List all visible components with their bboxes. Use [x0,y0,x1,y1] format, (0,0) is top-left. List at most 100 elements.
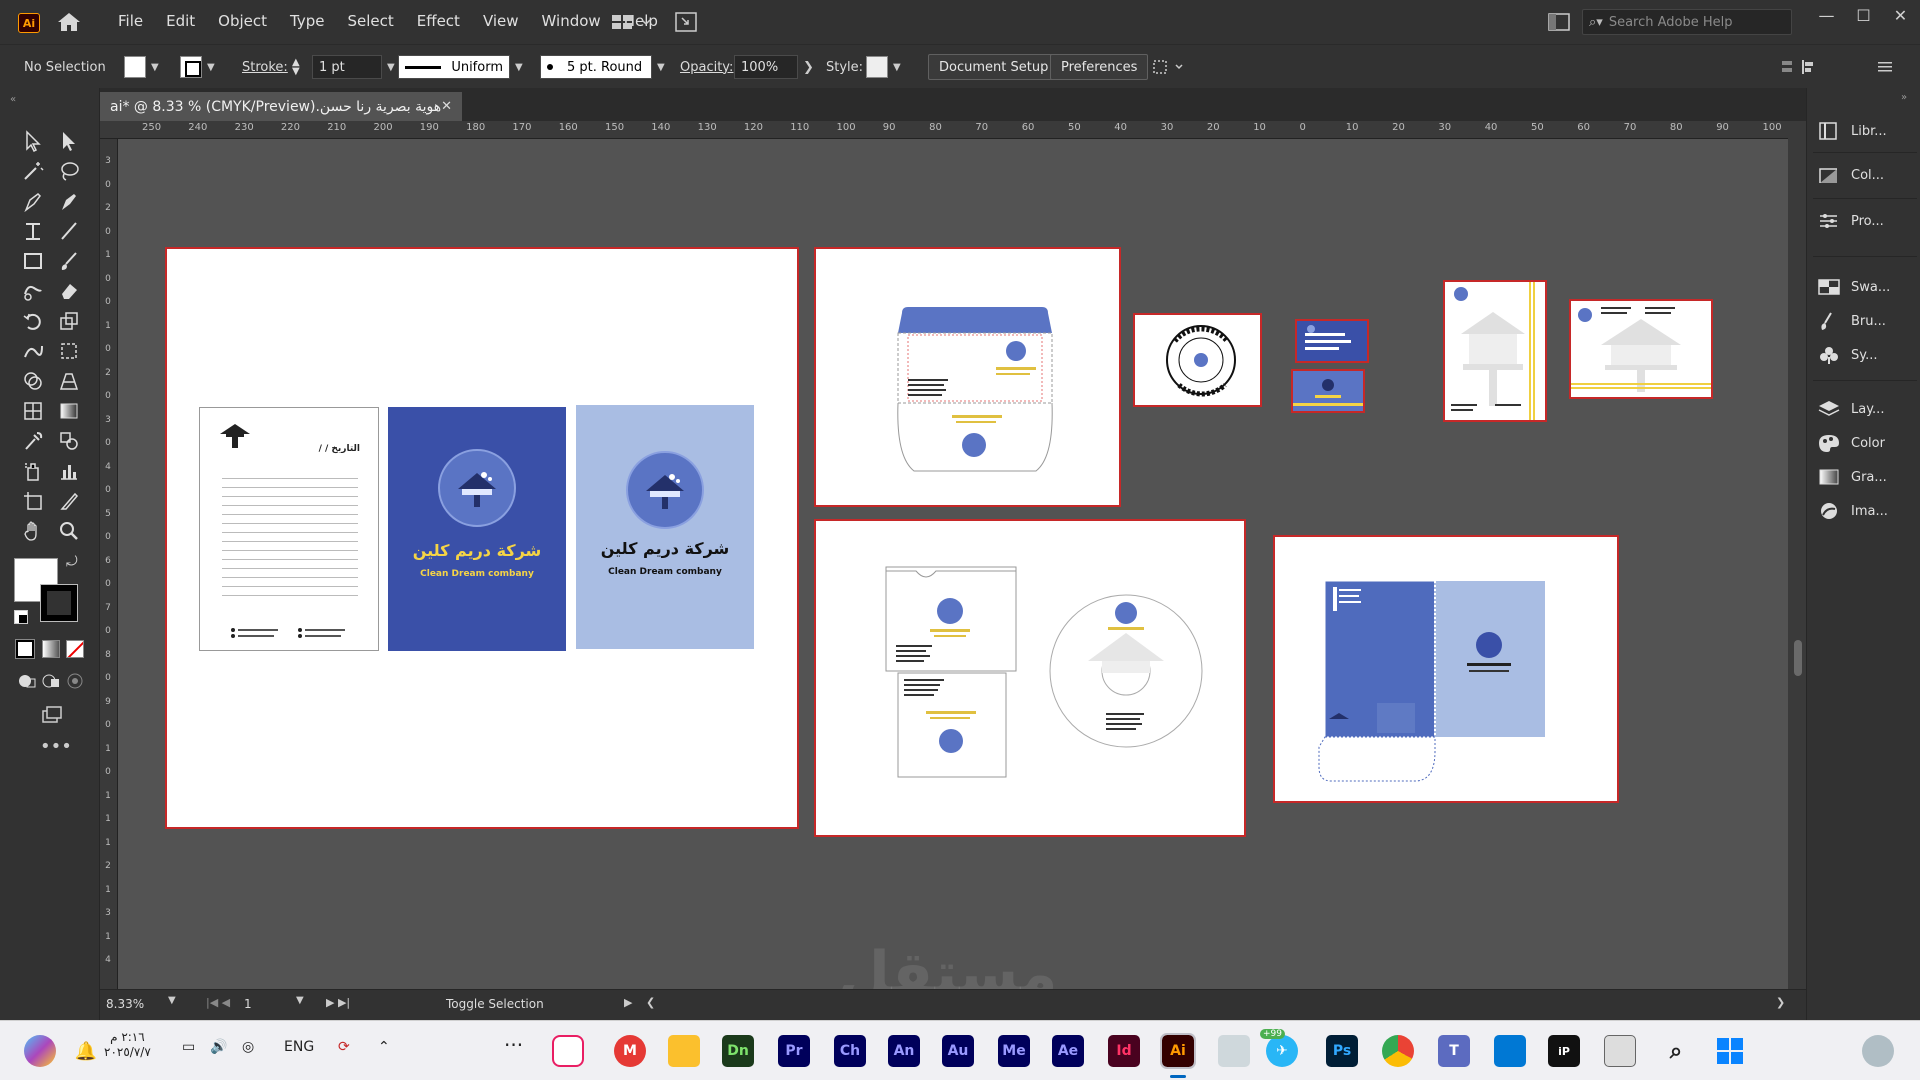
shaper-tool-icon[interactable] [18,278,48,304]
stroke-swatch[interactable] [180,56,202,78]
opacity-label[interactable]: Opacity: [680,45,733,89]
direct-selection-tool-icon[interactable] [54,128,84,154]
curvature-tool-icon[interactable] [54,188,84,214]
slice-tool-icon[interactable] [54,488,84,514]
file-explorer-icon[interactable] [668,1035,700,1067]
artboard-letterhead-horizontal[interactable] [1569,299,1713,399]
menu-select[interactable]: Select [347,12,393,30]
more-tools-icon[interactable]: ••• [40,736,72,757]
panel-image-trace[interactable]: Ima... [1817,494,1917,528]
type-tool-icon[interactable] [18,218,48,244]
fill-swatch[interactable] [124,56,146,78]
media-encoder-icon[interactable]: Me [998,1035,1030,1067]
align-icon[interactable] [1780,45,1820,89]
stroke-color-box[interactable] [40,584,78,622]
gradient-tool-icon[interactable] [54,398,84,424]
brush-definition[interactable]: 5 pt. Round ▼ [540,45,665,89]
creative-cloud-icon[interactable] [552,1035,584,1067]
color-mode-icon[interactable] [15,639,35,659]
paintbrush-tool-icon[interactable] [54,248,84,274]
perspective-grid-tool-icon[interactable] [54,368,84,394]
pen-tool-icon[interactable] [18,188,48,214]
arrange-icon[interactable] [1152,45,1186,89]
close-window-button[interactable]: ✕ [1882,6,1919,25]
business-card-front[interactable] [1295,319,1369,363]
show-hidden-icons-icon[interactable]: ⌃ [378,1039,390,1055]
volume-icon[interactable]: 🔊 [210,1039,227,1055]
warp-tool-icon[interactable] [18,338,48,364]
illustrator-icon[interactable]: Ai [1160,1033,1196,1069]
artboard-stamp[interactable] [1133,313,1262,407]
stroke-stepper[interactable]: ▲ ▼ [292,45,300,89]
panel-swatches[interactable]: Swa... [1817,270,1917,304]
panel-libraries[interactable]: Libr... [1817,114,1917,148]
stroke-label[interactable]: Stroke: [242,45,288,89]
collapse-icon[interactable]: « [10,94,16,105]
teams-icon[interactable]: T [1438,1035,1470,1067]
minimize-button[interactable]: — [1808,6,1845,25]
panel-menu-icon[interactable] [1876,45,1894,89]
default-colors-icon[interactable] [14,610,28,624]
style-swatch[interactable] [866,56,888,78]
scroll-left-icon[interactable]: ❮ [646,996,655,1009]
battery-icon[interactable]: ▭ [182,1039,195,1055]
rotate-tool-icon[interactable] [18,308,48,334]
gradient-mode-icon[interactable] [42,640,60,658]
artboard-dropdown-icon[interactable]: ▼ [296,995,304,1006]
more-apps-icon[interactable]: ··· [504,1033,523,1057]
document-setup-button[interactable]: Document Setup [928,54,1060,80]
hand-tool-icon[interactable] [18,518,48,544]
zoom-dropdown-icon[interactable]: ▼ [168,995,176,1006]
sync-icon[interactable]: ⟳ [338,1039,350,1055]
free-transform-tool-icon[interactable] [54,338,84,364]
document-tab[interactable]: هوية بصرية رنا حسن.ai* @ 8.33 % (CMYK/Pr… [100,92,462,121]
scale-tool-icon[interactable] [54,308,84,334]
status-menu-arrow-icon[interactable]: ▶ [624,996,632,1009]
copilot-icon[interactable] [24,1035,56,1067]
panel-gradient[interactable]: Gra... [1817,460,1917,494]
scroll-right-icon[interactable]: ❯ [1776,996,1785,1009]
menu-type[interactable]: Type [290,12,324,30]
menu-window[interactable]: Window [542,12,601,30]
search-adobe-help-input[interactable]: ⌕▾ Search Adobe Help [1582,9,1792,35]
weather-icon[interactable] [1862,1035,1894,1067]
telegram-icon[interactable]: ✈ [1266,1035,1298,1067]
screen-mode-icon[interactable] [36,702,66,728]
variable-width-profile[interactable]: Uniform ▼ [398,45,523,89]
artboard-cd[interactable] [814,519,1246,837]
lasso-tool-icon[interactable] [54,158,84,184]
character-animator-icon[interactable]: Ch [834,1035,866,1067]
menu-object[interactable]: Object [218,12,267,30]
menu-edit[interactable]: Edit [166,12,195,30]
app-m-icon[interactable]: M [614,1035,646,1067]
toggle-selection-label[interactable]: Toggle Selection [446,997,544,1011]
zoom-level[interactable]: 8.33% [106,997,144,1011]
blend-tool-icon[interactable] [54,428,84,454]
artboard-letterhead-vertical[interactable] [1443,280,1547,422]
column-graph-tool-icon[interactable] [54,458,84,484]
menu-file[interactable]: File [118,12,143,30]
search-taskbar-icon[interactable]: ⌕ [1660,1035,1692,1067]
task-view-icon[interactable] [1604,1035,1636,1067]
windows-start-icon[interactable] [1714,1035,1746,1067]
selection-tool-icon[interactable] [18,128,48,154]
stroke-weight-field[interactable]: 1 pt [312,55,382,79]
preferences-button[interactable]: Preferences [1050,54,1149,80]
style-control[interactable]: ▼ [866,45,901,89]
menu-effect[interactable]: Effect [417,12,460,30]
fill-control[interactable]: ▼ [124,45,159,89]
animate-icon[interactable]: An [888,1035,920,1067]
home-icon[interactable] [56,11,82,33]
panel-color[interactable]: Color [1817,426,1917,460]
maximize-button[interactable]: ☐ [1845,6,1882,25]
dimension-icon[interactable]: Dn [722,1035,754,1067]
artboard-tool-icon[interactable] [18,488,48,514]
mesh-tool-icon[interactable] [18,398,48,424]
after-effects-icon[interactable]: Ae [1052,1035,1084,1067]
business-card-back[interactable] [1291,369,1365,413]
panel-brushes[interactable]: Bru... [1817,304,1917,338]
eraser-tool-icon[interactable] [54,278,84,304]
panel-symbols[interactable]: Sy... [1817,338,1917,372]
vertical-scroll-thumb[interactable] [1794,640,1802,676]
indesign-icon[interactable]: Id [1108,1035,1140,1067]
